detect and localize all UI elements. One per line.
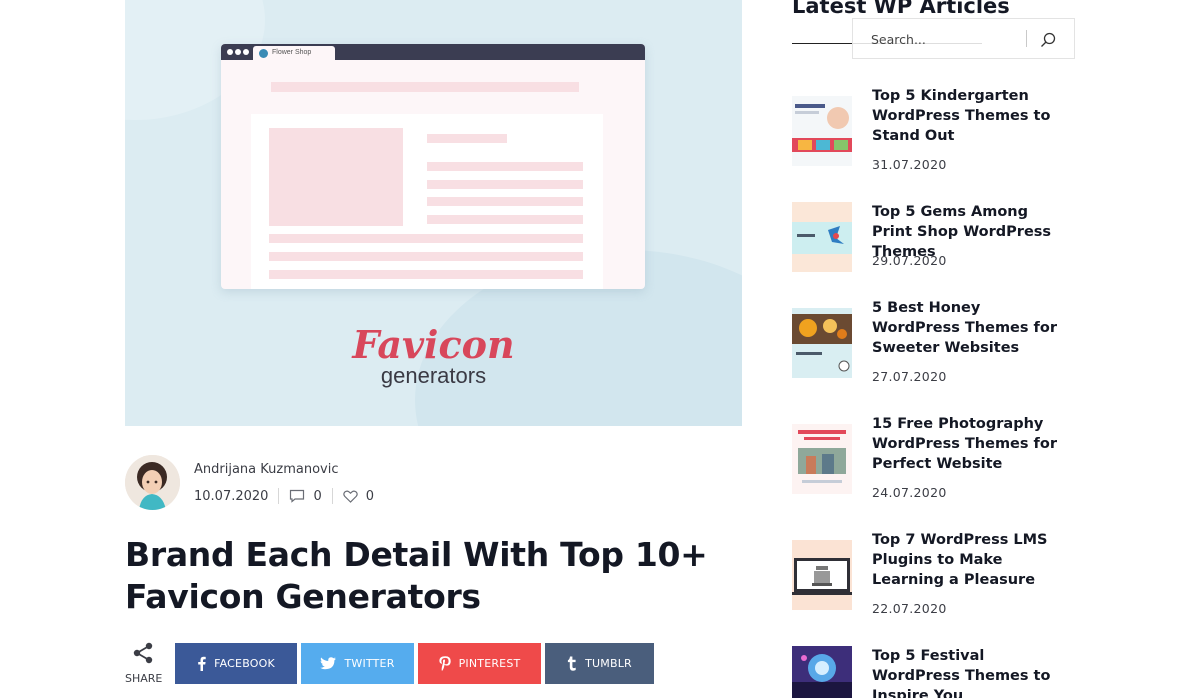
author-avatar[interactable] [125,455,180,510]
twitter-icon [320,657,337,670]
article-title[interactable]: Top 7 WordPress LMS Plugins to Make Lear… [872,530,1072,590]
article-title[interactable]: Top 5 Festival WordPress Themes to Inspi… [872,646,1072,698]
article-date: 24.07.2020 [872,485,947,500]
browser-tab-label: Flower Shop [272,49,312,56]
browser-tab: Flower Shop [253,46,335,60]
pinterest-share-button[interactable]: PINTEREST [418,643,541,684]
browser-illustration: Flower Shop [221,44,645,289]
article-thumbnail[interactable] [792,646,852,698]
author-name[interactable]: Andrijana Kuzmanovic [194,462,338,477]
pinterest-label: PINTEREST [458,657,521,670]
article-thumbnail[interactable] [792,540,852,610]
pinterest-icon [438,656,451,671]
article-date: 22.07.2020 [872,601,947,616]
article-title[interactable]: Top 5 Kindergarten WordPress Themes to S… [872,86,1072,146]
post-title: Brand Each Detail With Top 10+ Favicon G… [125,535,708,616]
meta-divider [331,488,333,504]
heart-icon[interactable] [342,490,358,503]
post-meta: 10.07.2020 0 0 [194,487,374,505]
article-thumbnail[interactable] [792,96,852,166]
tumblr-icon [568,656,576,671]
share-icon[interactable] [132,642,154,664]
widget-title: Latest WP Articles [792,0,1010,18]
featured-image[interactable]: Flower Shop Favicon generators [125,0,742,426]
facebook-share-button[interactable]: FACEBOOK [175,643,297,684]
article-date: 31.07.2020 [872,157,947,172]
post-date: 10.07.2020 [194,488,269,504]
search-button[interactable] [1037,29,1059,51]
hero-subtitle: generators [380,363,487,388]
article-title[interactable]: 15 Free Photography WordPress Themes for… [872,414,1072,474]
search-divider [1026,30,1027,47]
twitter-share-button[interactable]: TWITTER [301,643,414,684]
article-thumbnail[interactable] [792,308,852,378]
twitter-label: TWITTER [344,657,395,670]
facebook-icon [198,656,206,671]
comment-count[interactable]: 0 [313,489,321,504]
article-thumbnail[interactable] [792,202,852,272]
share-label: SHARE [125,672,163,685]
article-date: 29.07.2020 [872,253,947,268]
facebook-label: FACEBOOK [214,657,275,670]
article-thumbnail[interactable] [792,424,852,494]
search-input[interactable] [871,29,1019,49]
meta-divider [278,488,280,504]
tumblr-share-button[interactable]: TUMBLR [545,643,654,684]
article-date: 27.07.2020 [872,369,947,384]
comment-icon[interactable] [289,489,305,503]
search-icon [1041,32,1056,47]
like-count[interactable]: 0 [366,489,374,504]
tumblr-label: TUMBLR [585,657,632,670]
browser-titlebar: Flower Shop [221,44,645,60]
article-title[interactable]: 5 Best Honey WordPress Themes for Sweete… [872,298,1072,358]
search-box [852,18,1075,59]
share-control[interactable]: SHARE [125,642,163,685]
favicon-icon [259,49,268,58]
hero-title: Favicon [352,322,515,367]
